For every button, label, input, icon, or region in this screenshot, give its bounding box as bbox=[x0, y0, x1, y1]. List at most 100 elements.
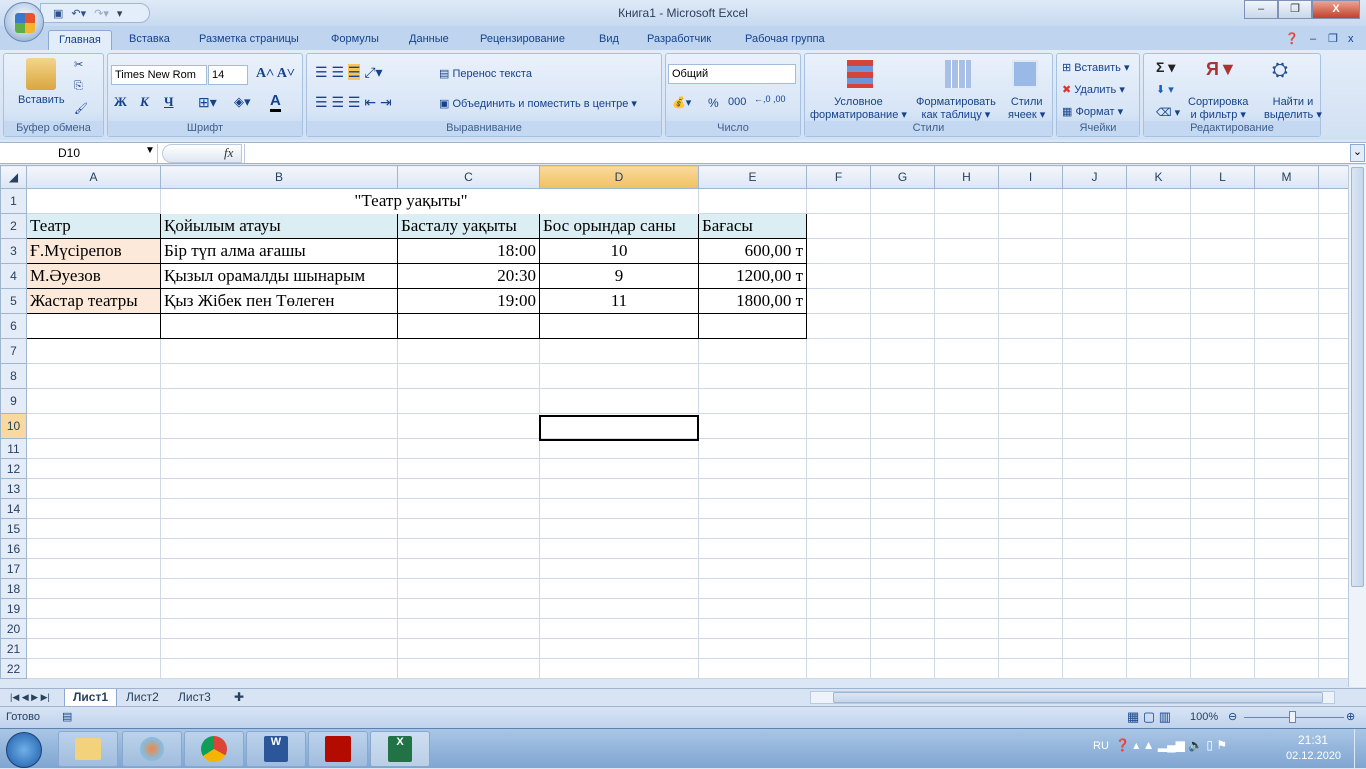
column-header[interactable]: K bbox=[1126, 165, 1191, 189]
sheet-tab-2[interactable]: Лист2 bbox=[118, 689, 167, 707]
macro-record-icon[interactable]: ▤ bbox=[62, 710, 72, 723]
format-painter-icon[interactable]: 🖌 bbox=[74, 102, 88, 115]
formula-input[interactable] bbox=[244, 144, 1348, 163]
cell[interactable]: Ғ.Мүсірепов bbox=[26, 238, 161, 264]
cell[interactable]: 1200,00 т bbox=[698, 263, 807, 289]
sheet-tab-1[interactable]: Лист1 bbox=[64, 689, 118, 707]
restore-button[interactable]: ❐ bbox=[1278, 0, 1312, 19]
cell[interactable]: М.Әуезов bbox=[26, 263, 161, 289]
copy-icon[interactable]: ⎘ bbox=[74, 80, 83, 93]
column-header[interactable]: E bbox=[698, 165, 807, 189]
cell[interactable]: 19:00 bbox=[397, 288, 540, 314]
cell[interactable]: 20:30 bbox=[397, 263, 540, 289]
font-size-select[interactable]: 14 bbox=[208, 65, 248, 85]
language-indicator[interactable]: RU bbox=[1093, 740, 1109, 752]
tab-insert[interactable]: Вставка bbox=[129, 30, 170, 50]
paste-icon[interactable] bbox=[26, 58, 56, 90]
column-header[interactable]: H bbox=[934, 165, 999, 189]
column-header[interactable]: B bbox=[160, 165, 398, 189]
sort-filter-button[interactable]: Сортировка и фильтр ▾ bbox=[1188, 96, 1248, 122]
workbook-close-icon[interactable]: x bbox=[1348, 30, 1354, 50]
insert-cells-button[interactable]: ⊞ Вставить ▾ bbox=[1062, 61, 1130, 74]
fill-icon[interactable]: ⬇ ▾ bbox=[1156, 83, 1174, 96]
cut-icon[interactable]: ✂ bbox=[74, 58, 83, 71]
bold-button[interactable]: Ж bbox=[114, 94, 127, 110]
tab-review[interactable]: Рецензирование bbox=[480, 30, 565, 50]
header-cell[interactable]: Бағасы bbox=[698, 213, 807, 239]
name-box[interactable]: D10 bbox=[0, 144, 158, 163]
cell[interactable]: 1800,00 т bbox=[698, 288, 807, 314]
thousands-button[interactable]: 000 bbox=[728, 96, 746, 108]
expand-formula-bar-icon[interactable]: ⌄ bbox=[1350, 144, 1365, 162]
scroll-thumb[interactable] bbox=[1351, 167, 1364, 587]
minimize-button[interactable]: – bbox=[1244, 0, 1278, 19]
autosum-button[interactable]: Σ ▾ bbox=[1156, 59, 1175, 76]
wrap-text-button[interactable]: ▤ Перенос текста bbox=[439, 67, 532, 80]
format-cells-button[interactable]: ▦ Формат ▾ bbox=[1062, 105, 1123, 118]
tray-icons[interactable]: ❓ ▴ ▲ ▂▄▆ 🔈 ▯ ⚑ bbox=[1115, 738, 1227, 752]
start-button[interactable] bbox=[6, 732, 42, 768]
tab-workgroup[interactable]: Рабочая группа bbox=[745, 30, 825, 50]
office-button[interactable] bbox=[4, 2, 44, 42]
align-left-icon[interactable]: ☰ ☰ ☰ ⇤ ⇥ bbox=[315, 94, 392, 111]
explorer-icon[interactable] bbox=[58, 731, 118, 767]
cell[interactable]: Бір түп алма ағашы bbox=[160, 238, 398, 264]
align-top-icon[interactable]: ☰ ☰ ☰ ⤢▾ bbox=[315, 64, 383, 81]
cell[interactable]: Қызыл орамалды шынарым bbox=[160, 263, 398, 289]
find-select-button[interactable]: Найти и выделить ▾ bbox=[1264, 96, 1322, 122]
tab-view[interactable]: Вид bbox=[599, 30, 619, 50]
chrome-icon[interactable] bbox=[184, 731, 244, 767]
column-header[interactable]: M bbox=[1254, 165, 1319, 189]
column-header[interactable]: D bbox=[539, 165, 699, 189]
horizontal-scrollbar[interactable] bbox=[810, 691, 1335, 704]
decimal-icon[interactable]: ←,0 ,00 bbox=[754, 94, 786, 104]
borders-icon[interactable]: ⊞▾ bbox=[198, 94, 217, 111]
cell[interactable]: Жастар театры bbox=[26, 288, 161, 314]
paste-button[interactable]: Вставить bbox=[18, 94, 65, 106]
clear-icon[interactable]: ⌫ ▾ bbox=[1156, 106, 1180, 119]
format-as-table-button[interactable]: Форматировать как таблицу ▾ bbox=[916, 96, 996, 122]
cell[interactable]: 600,00 т bbox=[698, 238, 807, 264]
sheet-nav-icon[interactable]: |◀ ◀ ▶ ▶| bbox=[2, 689, 58, 707]
ribbon-restore-icon[interactable]: ❐ bbox=[1328, 30, 1338, 50]
excel-icon[interactable]: X bbox=[370, 731, 430, 767]
cell[interactable]: 10 bbox=[539, 238, 699, 264]
fx-icon[interactable]: fx bbox=[224, 145, 233, 161]
font-name-select[interactable]: Times New Rom bbox=[111, 65, 207, 85]
tab-developer[interactable]: Разработчик bbox=[647, 30, 711, 50]
percent-button[interactable]: % bbox=[708, 96, 719, 110]
font-color-icon[interactable]: A bbox=[270, 92, 281, 112]
zoom-slider-thumb[interactable] bbox=[1289, 711, 1296, 723]
underline-button[interactable]: Ч bbox=[164, 94, 174, 110]
close-button[interactable]: X bbox=[1312, 0, 1360, 19]
cell[interactable]: Қыз Жібек пен Төлеген bbox=[160, 288, 398, 314]
worksheet-grid[interactable]: ◢ A B C D E F G H I J K L M 1 "Театр уақы… bbox=[0, 165, 1349, 679]
header-cell[interactable]: Театр bbox=[26, 213, 161, 239]
header-cell[interactable]: Басталу уақыты bbox=[397, 213, 540, 239]
column-header[interactable]: J bbox=[1062, 165, 1127, 189]
word-icon[interactable]: W bbox=[246, 731, 306, 767]
paint-icon[interactable] bbox=[122, 731, 182, 767]
zoom-out-icon[interactable]: ⊖ bbox=[1228, 710, 1237, 723]
tab-page-layout[interactable]: Разметка страницы bbox=[199, 30, 299, 50]
grow-font-button[interactable]: A˄ A˅ bbox=[256, 66, 295, 82]
ribbon-minimize-icon[interactable]: – bbox=[1310, 30, 1316, 50]
cell-styles-button[interactable]: Стили ячеек ▾ bbox=[1008, 96, 1045, 122]
zoom-level[interactable]: 100% bbox=[1190, 711, 1218, 723]
tab-home[interactable]: Главная bbox=[48, 30, 112, 50]
column-header[interactable]: L bbox=[1190, 165, 1255, 189]
delete-cells-button[interactable]: ✖ Удалить ▾ bbox=[1062, 83, 1125, 96]
zoom-in-icon[interactable]: ⊕ bbox=[1346, 710, 1355, 723]
clock-date[interactable]: 02.12.2020 bbox=[1286, 750, 1341, 762]
view-normal-icon[interactable]: ▦ ▢ ▥ bbox=[1127, 709, 1171, 725]
number-format-select[interactable]: Общий bbox=[668, 64, 796, 84]
cell[interactable]: 11 bbox=[539, 288, 699, 314]
sheet-title-cell[interactable]: "Театр уақыты" bbox=[160, 188, 699, 214]
acrobat-icon[interactable] bbox=[308, 731, 368, 767]
column-header[interactable]: C bbox=[397, 165, 540, 189]
h-scroll-thumb[interactable] bbox=[833, 692, 1323, 703]
conditional-formatting-button[interactable]: Условное форматирование ▾ bbox=[810, 96, 907, 122]
select-all-button[interactable]: ◢ bbox=[0, 165, 27, 189]
cell[interactable]: 18:00 bbox=[397, 238, 540, 264]
help-icon[interactable]: ❓ bbox=[1285, 30, 1299, 50]
